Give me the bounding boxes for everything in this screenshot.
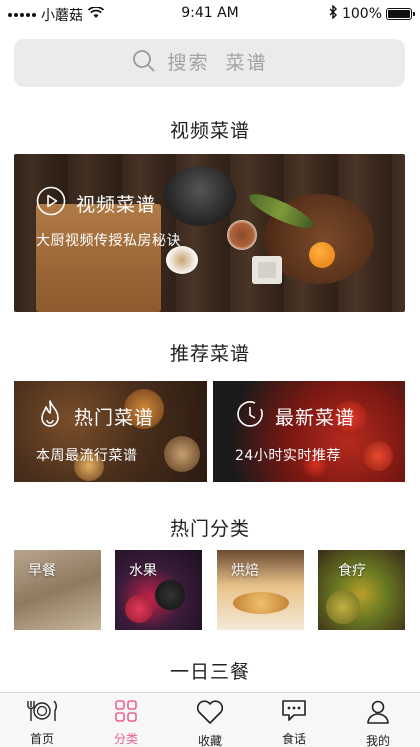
- tab-category-label: 分类: [113, 732, 138, 746]
- tab-category[interactable]: 分类: [84, 693, 168, 747]
- meals-section-title: 一日三餐: [169, 661, 250, 683]
- tab-talk-label: 食话: [281, 732, 306, 746]
- category-diet-therapy[interactable]: 食疗: [318, 550, 405, 630]
- category-baking[interactable]: 烘焙: [217, 550, 304, 630]
- video-banner-subtitle: 大厨视频传授私房秘诀: [36, 233, 181, 249]
- tab-profile[interactable]: 我的: [336, 693, 420, 747]
- spice-jar-image: [252, 256, 282, 284]
- tab-profile-label: 我的: [365, 734, 390, 747]
- hot-recipes-content: 热门菜谱 本周最流行菜谱: [36, 399, 154, 465]
- search-input[interactable]: [167, 52, 288, 74]
- grid-icon: [114, 699, 138, 727]
- video-banner-overlay: 视频菜谱 大厨视频传授私房秘诀: [36, 186, 181, 250]
- play-icon: [36, 186, 66, 220]
- hot-recipes-card[interactable]: 热门菜谱 本周最流行菜谱: [14, 381, 207, 482]
- clock-icon: [235, 399, 265, 433]
- fork-plate-knife-icon: [25, 699, 59, 727]
- new-recipes-title: 最新菜谱: [275, 406, 356, 429]
- spice-bowl-image: [227, 220, 257, 250]
- food-image: [363, 441, 393, 471]
- search-bar[interactable]: [14, 39, 405, 87]
- flame-icon: [36, 399, 64, 433]
- category-breakfast[interactable]: 早餐: [14, 550, 101, 630]
- new-recipes-content: 最新菜谱 24小时实时推荐: [235, 399, 355, 465]
- tab-home-label: 首页: [29, 732, 54, 746]
- pancake-image: [233, 592, 289, 614]
- blackberry-image: [155, 580, 185, 610]
- category-fruit[interactable]: 水果: [115, 550, 202, 630]
- status-bar: 小蘑菇 9:41 AM 100%: [0, 0, 420, 26]
- video-recipes-banner[interactable]: 视频菜谱 大厨视频传授私房秘诀: [14, 154, 405, 312]
- chat-bubble-icon: [280, 699, 308, 727]
- tab-favorites[interactable]: 收藏: [168, 693, 252, 747]
- search-icon: [132, 49, 156, 77]
- tab-favorites-label: 收藏: [197, 734, 222, 747]
- hot-recipes-title: 热门菜谱: [74, 406, 155, 429]
- new-recipes-card[interactable]: 最新菜谱 24小时实时推荐: [213, 381, 405, 482]
- category-label: 早餐: [28, 563, 56, 579]
- bottom-tab-bar: 首页 分类 收藏 食话 我的: [0, 692, 420, 747]
- category-label: 烘焙: [231, 563, 259, 579]
- battery-icon: [386, 8, 415, 20]
- raspberry-image: [125, 595, 153, 623]
- spice-bowl-image: [166, 246, 198, 274]
- status-right: 100%: [329, 4, 415, 23]
- recommend-section-title: 推荐菜谱: [169, 343, 250, 365]
- user-icon: [365, 699, 391, 729]
- food-image: [164, 436, 200, 472]
- video-banner-title: 视频菜谱: [76, 193, 157, 216]
- bluetooth-icon: [329, 4, 338, 23]
- new-recipes-subtitle: 24小时实时推荐: [235, 448, 341, 464]
- tab-talk[interactable]: 食话: [252, 693, 336, 747]
- video-section-title: 视频菜谱: [169, 120, 250, 142]
- battery-percent: 100%: [341, 6, 382, 22]
- matcha-bowl-image: [326, 590, 360, 624]
- hot-categories-title: 热门分类: [169, 518, 250, 540]
- heart-icon: [195, 699, 225, 729]
- orange-image: [309, 242, 335, 268]
- category-label: 水果: [129, 563, 157, 579]
- tab-home[interactable]: 首页: [0, 693, 84, 747]
- hot-recipes-subtitle: 本周最流行菜谱: [36, 448, 138, 464]
- category-label: 食疗: [338, 563, 366, 579]
